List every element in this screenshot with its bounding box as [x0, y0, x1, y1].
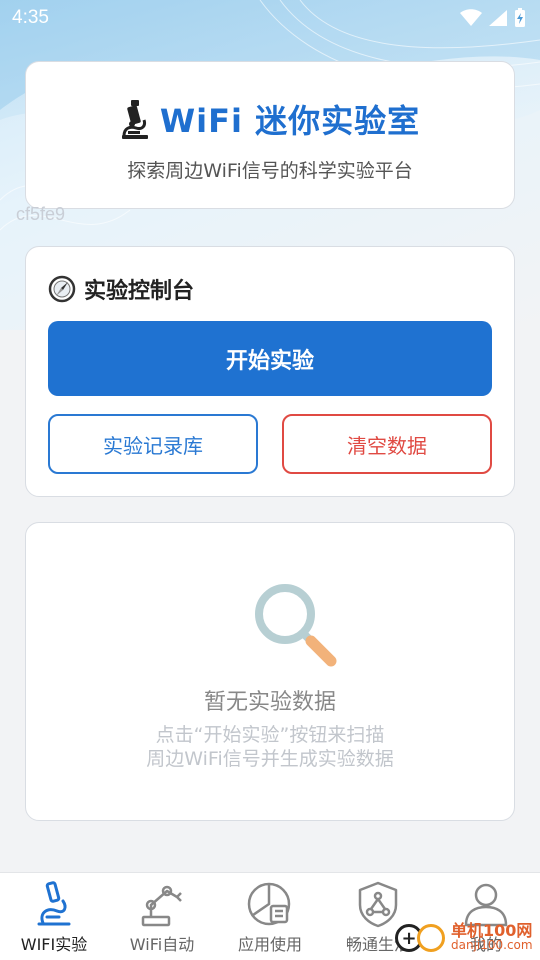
control-title: 实验控制台 — [84, 279, 195, 304]
pie-chart-icon — [247, 882, 291, 926]
empty-description-line1: 点击“开始实验”按钮来扫描 — [155, 724, 385, 746]
watermark-code: cf5fe9 — [16, 204, 66, 224]
badge-text: 单机100网 danji100.com — [451, 923, 533, 953]
clear-data-button[interactable]: 清空数据 — [282, 414, 492, 474]
empty-title: 暂无实验数据 — [203, 690, 336, 715]
compass-icon — [48, 275, 76, 303]
wifi-icon — [460, 9, 482, 26]
header-card: WiFi 迷你实验室 探索周边WiFi信号的科学实验平台 — [25, 61, 515, 209]
nav-item-wifi-experiment[interactable]: WIFI实验 — [0, 873, 108, 960]
magnifier-icon — [255, 584, 337, 667]
nav-item-wifi-auto[interactable]: WiFi自动 — [108, 873, 216, 960]
badge-cn: 单机100网 — [451, 921, 533, 940]
status-time: 4:35 — [12, 7, 49, 28]
records-button[interactable]: 实验记录库 — [48, 414, 258, 474]
nav-label: 应用使用 — [237, 935, 302, 954]
empty-description-line2: 周边WiFi信号并生成实验数据 — [146, 748, 394, 770]
nav-item-app-usage[interactable]: 应用使用 — [216, 873, 324, 960]
empty-description: 点击“开始实验”按钮来扫描 周边WiFi信号并生成实验数据 — [26, 723, 514, 771]
robot-arm-icon — [141, 885, 182, 927]
nav-label: WIFI实验 — [20, 935, 88, 954]
battery-charging-icon — [515, 8, 525, 27]
control-card: 实验控制台 开始实验 实验记录库 清空数据 — [25, 246, 515, 497]
app-title: WiFi 迷你实验室 — [159, 102, 421, 140]
empty-state-card: 暂无实验数据 点击“开始实验”按钮来扫描 周边WiFi信号并生成实验数据 — [25, 522, 515, 821]
app-subtitle: 探索周边WiFi信号的科学实验平台 — [127, 160, 413, 182]
header-title-row: WiFi 迷你实验室 — [26, 96, 514, 142]
nav-label: WiFi自动 — [129, 935, 195, 954]
start-experiment-button[interactable]: 开始实验 — [48, 321, 492, 396]
badge-en: danji100.com — [451, 938, 533, 952]
status-bar: 4:35 — [0, 0, 540, 36]
microscope-icon — [37, 881, 71, 926]
status-icons — [460, 8, 526, 28]
circle-logo-icon — [417, 924, 445, 952]
microscope-icon — [121, 100, 148, 139]
site-watermark-badge: + 单机100网 danji100.com — [395, 916, 540, 960]
control-title-row: 实验控制台 — [48, 273, 194, 305]
cell-signal-icon — [489, 10, 507, 26]
